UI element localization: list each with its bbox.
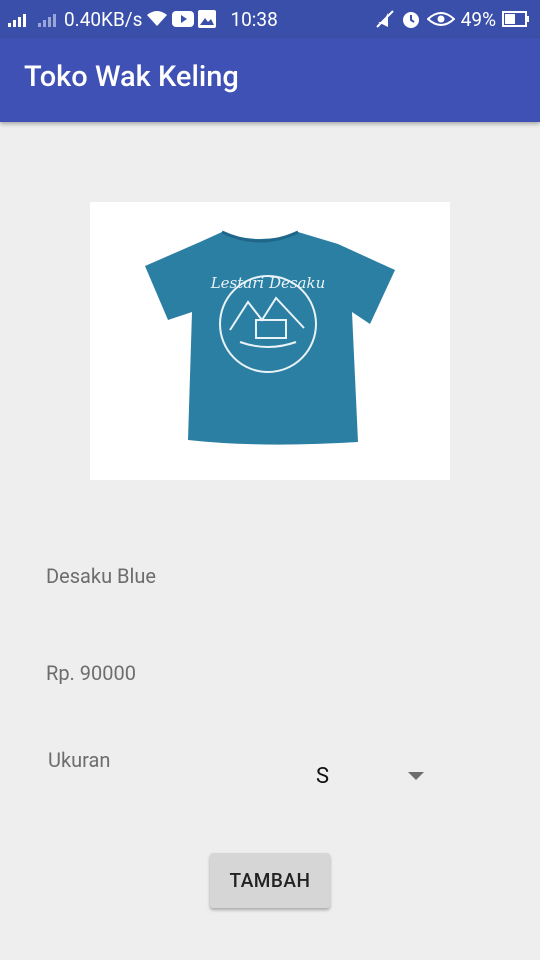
- mute-icon: [376, 10, 394, 28]
- battery-icon: [502, 11, 529, 27]
- add-button[interactable]: TAMBAH: [210, 853, 330, 908]
- product-name: Desaku Blue: [46, 564, 157, 588]
- size-label: Ukuran: [48, 748, 111, 772]
- tshirt-icon: Lestari Desaku: [145, 230, 395, 445]
- dropdown-arrow-icon[interactable]: [408, 772, 424, 780]
- image-icon: [198, 10, 217, 28]
- battery-percent: 49%: [460, 7, 496, 31]
- clock: 10:38: [230, 7, 278, 31]
- app-title: Toko Wak Keling: [24, 60, 239, 94]
- net-speed: 0.40KB/s: [64, 7, 143, 31]
- size-selected[interactable]: S: [316, 764, 329, 789]
- product-price: Rp. 90000: [46, 661, 136, 685]
- product-image: Lestari Desaku: [90, 202, 450, 480]
- app-bar: Toko Wak Keling: [0, 38, 540, 122]
- wifi-icon: [147, 11, 168, 26]
- shirt-print-text: Lestari Desaku: [210, 274, 326, 292]
- youtube-icon: [172, 11, 195, 27]
- signal-secondary-icon: [38, 11, 56, 27]
- eye-icon: [426, 12, 455, 26]
- signal-icon: [8, 11, 26, 27]
- alarm-icon: [402, 12, 419, 28]
- status-bar: 0.40KB/s 10:38 49%: [0, 0, 540, 38]
